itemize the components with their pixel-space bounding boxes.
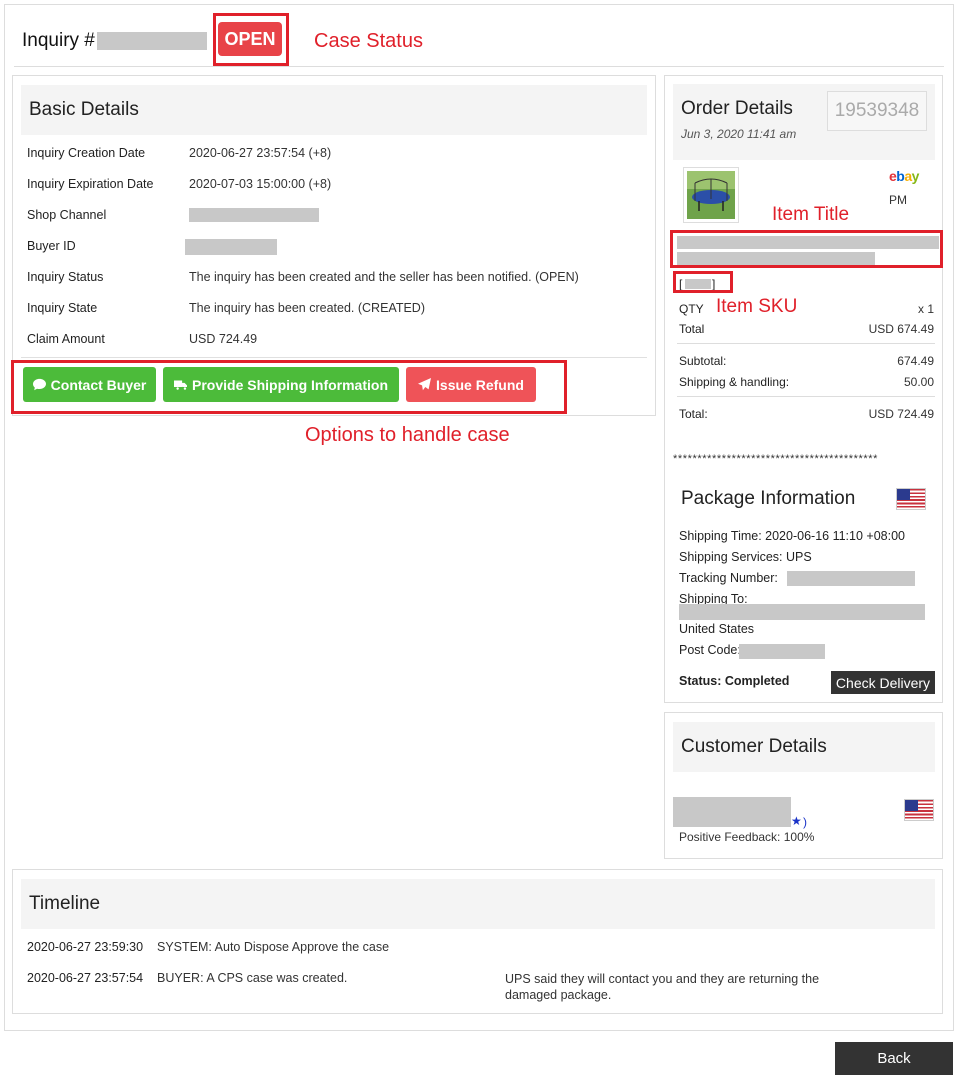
total-value: USD 674.49	[868, 322, 934, 336]
basic-details-header: Basic Details	[21, 85, 647, 135]
order-number: 19539348	[827, 91, 927, 131]
feedback-paren: )	[803, 815, 807, 829]
order-divider	[677, 396, 935, 397]
shipping-time: Shipping Time: 2020-06-16 11:10 +08:00	[679, 529, 905, 543]
detail-value: 2020-06-27 23:57:54 (+8)	[189, 146, 332, 160]
shipping-services: Shipping Services: UPS	[679, 550, 812, 564]
page-title: Inquiry #	[22, 30, 95, 51]
detail-label: Inquiry Status	[27, 270, 104, 284]
qty-label: QTY	[679, 302, 704, 316]
detail-value: 2020-07-03 15:00:00 (+8)	[189, 177, 332, 191]
package-info-title: Package Information	[681, 488, 856, 509]
tracking-number-redacted	[787, 571, 915, 586]
us-flag-icon	[896, 488, 926, 510]
detail-label: Claim Amount	[27, 332, 105, 346]
trampoline-image-icon	[687, 171, 735, 219]
buyer-id-redacted	[185, 239, 277, 255]
order-details-title: Order Details	[681, 98, 793, 119]
detail-row-claim-amount: Claim Amount USD 724.49	[27, 332, 257, 346]
detail-label: Shop Channel	[27, 208, 107, 222]
post-code-label: Post Code:	[679, 643, 741, 657]
timeline-message: BUYER: A CPS case was created.	[157, 971, 348, 985]
annotation-box-item-sku	[673, 271, 733, 293]
us-flag-icon	[904, 799, 934, 821]
check-delivery-button[interactable]: Check Delivery	[831, 671, 935, 694]
positive-feedback: Positive Feedback: 100%	[679, 830, 815, 844]
annotation-options: Options to handle case	[305, 424, 510, 446]
package-status: Status: Completed	[679, 674, 790, 688]
ebay-logo: ebay	[889, 168, 919, 184]
detail-label: Inquiry Creation Date	[27, 146, 146, 160]
shipping-label: Shipping & handling:	[679, 375, 790, 389]
tracking-label: Tracking Number:	[679, 571, 778, 585]
order-details-header: Order Details Jun 3, 2020 11:41 am 19539…	[673, 84, 935, 160]
annotation-item-sku: Item SKU	[716, 296, 798, 317]
detail-row-inquiry-status: Inquiry Status The inquiry has been crea…	[27, 270, 579, 284]
timeline-note: UPS said they will contact you and they …	[505, 972, 820, 1002]
item-time: PM	[889, 193, 907, 207]
qty-value: x 1	[917, 302, 934, 316]
shipping-value: 50.00	[903, 375, 934, 389]
annotation-item-title: Item Title	[772, 204, 850, 225]
detail-value: USD 724.49	[189, 332, 258, 346]
detail-value: The inquiry has been created. (CREATED)	[189, 301, 425, 315]
grand-total-label: Total:	[679, 407, 708, 421]
shipping-address-redacted	[679, 604, 925, 620]
subtotal-value: 674.49	[897, 354, 934, 368]
detail-value: The inquiry has been created and the sel…	[189, 270, 579, 284]
post-code-redacted	[739, 644, 825, 659]
header-divider	[14, 66, 944, 67]
section-separator: ****************************************…	[673, 453, 878, 465]
annotation-box-options	[11, 360, 567, 414]
timeline-header: Timeline	[21, 879, 935, 929]
detail-label: Buyer ID	[27, 239, 76, 253]
inquiry-id-redacted	[96, 32, 207, 50]
logo-letter: y	[911, 168, 920, 184]
annotation-box-item-title	[670, 230, 943, 268]
order-divider	[677, 343, 935, 344]
annotation-case-status: Case Status	[314, 30, 423, 52]
shipping-country: United States	[679, 622, 755, 636]
customer-details-panel: Customer Details ★ ) Positive Feedback: …	[664, 712, 943, 859]
detail-label: Inquiry State	[27, 301, 98, 315]
grand-total-value: USD 724.49	[868, 407, 934, 421]
page-header: Inquiry #	[22, 24, 207, 58]
customer-name-redacted	[673, 797, 791, 827]
timeline-time: 2020-06-27 23:57:54	[27, 971, 144, 985]
basic-divider	[21, 357, 647, 358]
annotation-box-status	[213, 13, 289, 66]
total-label: Total	[679, 322, 705, 336]
shop-channel-redacted	[189, 208, 319, 222]
customer-details-header: Customer Details	[673, 722, 935, 772]
timeline-panel: Timeline 2020-06-27 23:59:30 SYSTEM: Aut…	[12, 869, 943, 1014]
timeline-time: 2020-06-27 23:59:30	[27, 940, 144, 954]
detail-row-buyer-id: Buyer ID	[27, 239, 277, 255]
timeline-message: SYSTEM: Auto Dispose Approve the case	[157, 940, 390, 954]
order-details-panel: Order Details Jun 3, 2020 11:41 am 19539…	[664, 75, 943, 703]
order-date: Jun 3, 2020 11:41 am	[681, 127, 797, 141]
detail-label: Inquiry Expiration Date	[27, 177, 154, 191]
subtotal-label: Subtotal:	[679, 354, 727, 368]
detail-row-shop-channel: Shop Channel	[27, 208, 319, 222]
detail-row-creation-date: Inquiry Creation Date 2020-06-27 23:57:5…	[27, 146, 331, 160]
blue-star-icon: ★	[791, 814, 802, 828]
detail-row-expiration-date: Inquiry Expiration Date 2020-07-03 15:00…	[27, 177, 331, 191]
back-button[interactable]: Back	[835, 1042, 953, 1075]
logo-letter: a	[904, 168, 912, 184]
detail-row-inquiry-state: Inquiry State The inquiry has been creat…	[27, 301, 425, 315]
item-thumbnail[interactable]	[683, 167, 739, 223]
